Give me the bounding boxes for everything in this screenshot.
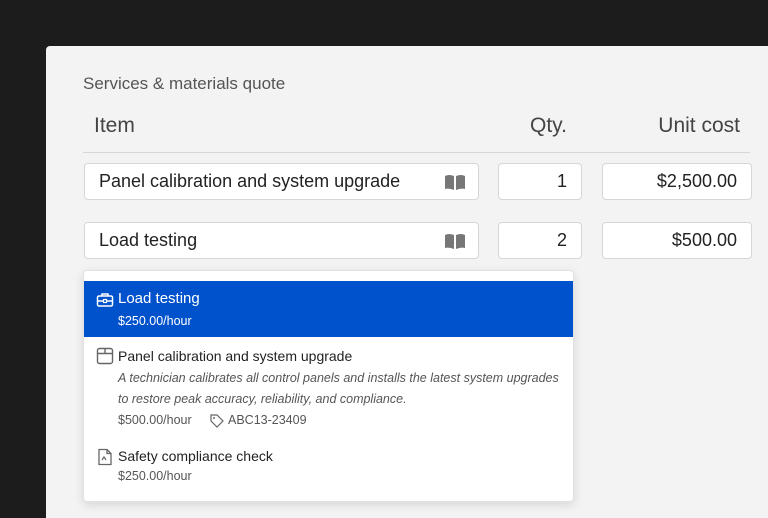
item-value: Load testing bbox=[99, 230, 198, 250]
quote-panel: Services & materials quote Item Qty. Uni… bbox=[46, 46, 768, 518]
option-price: $250.00/hour bbox=[118, 469, 192, 483]
dropdown-option-panel-calibration[interactable]: Panel calibration and system upgrade A t… bbox=[84, 337, 573, 433]
unit-cost-field-row-2[interactable]: $500.00 bbox=[602, 222, 752, 259]
item-field-row-1[interactable]: Panel calibration and system upgrade bbox=[84, 163, 479, 200]
item-field-row-2[interactable]: Load testing bbox=[84, 222, 479, 259]
option-name: Panel calibration and system upgrade bbox=[118, 348, 353, 364]
qty-field-row-2[interactable]: 2 bbox=[498, 222, 582, 259]
toolbox-icon bbox=[96, 293, 114, 307]
section-title: Services & materials quote bbox=[83, 74, 286, 93]
box-icon bbox=[96, 347, 114, 365]
option-description: A technician calibrates all control pane… bbox=[118, 371, 559, 406]
catalog-book-icon[interactable] bbox=[444, 174, 466, 190]
unit-cost-field-row-1[interactable]: $2,500.00 bbox=[602, 163, 752, 200]
catalog-book-icon[interactable] bbox=[444, 233, 466, 249]
item-value: Panel calibration and system upgrade bbox=[99, 171, 401, 191]
item-suggestions-dropdown: Load testing $250.00/hour Panel calibrat… bbox=[83, 270, 574, 502]
qty-field-row-1[interactable]: 1 bbox=[498, 163, 582, 200]
option-price: $500.00/hour bbox=[118, 413, 192, 427]
option-price: $250.00/hour bbox=[118, 314, 192, 328]
column-header-qty: Qty. bbox=[530, 114, 567, 137]
column-header-unit-cost: Unit cost bbox=[658, 114, 740, 137]
header-divider bbox=[83, 152, 750, 153]
column-header-item: Item bbox=[94, 114, 135, 137]
option-name: Load testing bbox=[118, 290, 200, 307]
document-icon bbox=[98, 448, 112, 466]
dropdown-option-load-testing[interactable]: Load testing $250.00/hour bbox=[84, 281, 573, 337]
option-name: Safety compliance check bbox=[118, 448, 273, 464]
option-code: ABC13-23409 bbox=[228, 413, 307, 427]
tag-icon bbox=[210, 414, 224, 428]
dropdown-option-safety-compliance[interactable]: Safety compliance check $250.00/hour bbox=[84, 437, 573, 493]
